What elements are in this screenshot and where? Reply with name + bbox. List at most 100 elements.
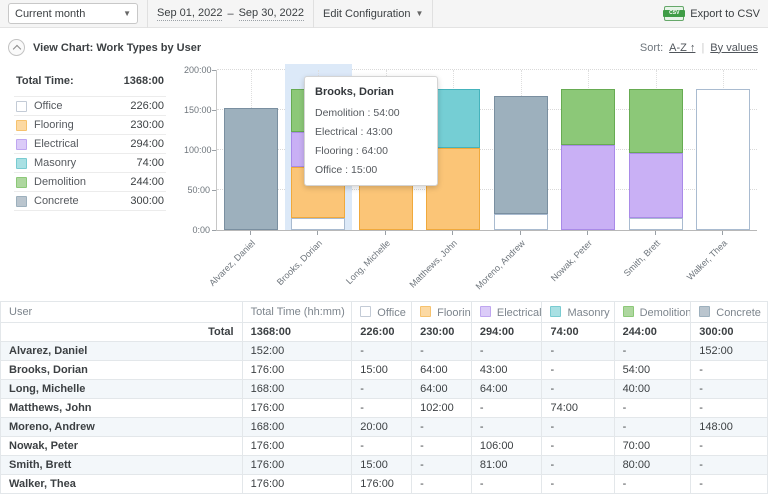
value-cell: -: [613, 341, 692, 361]
value-cell: -: [351, 436, 413, 456]
y-axis-tick-label: 50:00: [187, 185, 210, 195]
edit-configuration-label: Edit Configuration: [323, 7, 411, 20]
date-start[interactable]: Sep 01, 2022: [157, 7, 223, 21]
value-cell: -: [411, 417, 472, 437]
value-cell: -: [690, 398, 768, 418]
table-row-matthews-john: Matthews, John 176:00-102:00-74:00- -: [0, 398, 768, 418]
value-cell: -: [690, 360, 768, 380]
value-cell: 40:00: [613, 379, 692, 399]
report-page: Current month ▼ Sep 01, 2022 – Sep 30, 2…: [0, 0, 768, 494]
value-cell: -: [690, 455, 768, 475]
value-cell: -: [541, 379, 615, 399]
user-name-cell: Matthews, John: [0, 398, 243, 418]
chevron-down-icon: ▼: [123, 9, 131, 18]
concrete-swatch-icon: [16, 195, 27, 207]
sort-az-link[interactable]: A-Z ↑: [669, 42, 695, 54]
legend-item-flooring: Flooring 230:00: [14, 115, 166, 134]
bar-nowak-peter[interactable]: [561, 89, 616, 230]
legend-item-electrical: Electrical 294:00: [14, 134, 166, 153]
bar-segment-concrete: [493, 95, 548, 214]
legend-items: Office 226:00 Flooring 230:00 Electrical 294:…: [14, 96, 166, 211]
table-row-alvarez-daniel: Alvarez, Daniel 152:00- - - - -152:00: [0, 341, 768, 361]
tooltip-line: Electrical : 43:00: [315, 126, 393, 138]
legend-item-label: Flooring: [34, 119, 74, 131]
value-cell: 64:00: [470, 379, 543, 399]
bar-segment-office: [493, 214, 548, 230]
bar-segment-office: [628, 218, 683, 230]
date-range-picker[interactable]: Sep 01, 2022 – Sep 30, 2022: [157, 7, 305, 21]
sort-divider: |: [701, 41, 705, 54]
column-header-user: User: [0, 301, 243, 323]
value-cell: -: [690, 474, 768, 494]
value-cell: 152:00: [241, 341, 353, 361]
bar-segment-electrical: [628, 153, 683, 218]
value-cell: 15:00: [351, 360, 413, 380]
y-axis-tick: [212, 150, 216, 151]
user-name-cell: Moreno, Andrew: [0, 417, 243, 437]
user-name-cell: Brooks, Dorian: [0, 360, 243, 380]
edit-configuration-button[interactable]: Edit Configuration ▼: [323, 8, 423, 20]
value-cell: 176:00: [241, 474, 353, 494]
value-cell: -: [541, 417, 615, 437]
table-total-row: Total 1368:00 226:00 230:00 294:00 74:00 244:0…: [0, 322, 768, 342]
legend-item-value: 244:00: [130, 176, 164, 188]
legend-total-row: Total Time: 1368:00: [14, 72, 166, 96]
export-csv-button[interactable]: CSV Export to CSV: [663, 6, 760, 21]
value-cell: -: [613, 398, 692, 418]
value-cell: 176:00: [241, 455, 353, 475]
chevron-up-icon: [12, 44, 21, 53]
legend-item-demolition: Demolition 244:00: [14, 172, 166, 191]
value-cell: -: [541, 474, 615, 494]
value-cell: -: [541, 436, 615, 456]
legend-item-label: Office: [34, 100, 63, 112]
period-select[interactable]: Current month ▼: [8, 3, 138, 24]
legend-item-value: 230:00: [130, 119, 164, 131]
value-cell: -: [470, 417, 543, 437]
section-title: View Chart: Work Types by User: [33, 41, 202, 54]
user-name-cell: Long, Michelle: [0, 379, 243, 399]
csv-file-icon: CSV: [663, 6, 686, 21]
y-axis-tick-label: 200:00: [184, 65, 212, 75]
value-cell: 168:00: [241, 417, 353, 437]
bar-smith-brett[interactable]: [628, 89, 683, 230]
value-cell: -: [351, 379, 413, 399]
value-cell: -: [470, 474, 543, 494]
y-axis-tick-label: 150:00: [184, 105, 212, 115]
collapse-chart-button[interactable]: [8, 39, 25, 56]
demolition-swatch-icon: [622, 305, 634, 317]
bar-alvarez-daniel[interactable]: [223, 108, 278, 230]
value-cell: -: [470, 398, 543, 418]
table-row-moreno-andrew: Moreno, Andrew 168:00 20:00- - - -148:00: [0, 417, 768, 437]
total-row-label: Total: [0, 322, 243, 342]
tooltip-line: Demolition : 54:00: [315, 107, 400, 119]
tooltip-line: Office : 15:00: [315, 164, 378, 176]
x-axis-tick: [249, 231, 251, 235]
legend-item-value: 74:00: [136, 157, 164, 169]
value-cell: -: [351, 341, 413, 361]
bar-moreno-andrew[interactable]: [493, 95, 548, 230]
export-csv-label: Export to CSV: [690, 7, 760, 20]
date-end[interactable]: Sep 30, 2022: [238, 7, 305, 21]
stacked-bar-chart: Brooks, Dorian Demolition : 54:00 Electri…: [184, 60, 768, 292]
legend-item-value: 226:00: [130, 100, 164, 112]
bar-segment-flooring: [358, 178, 413, 230]
y-axis-tick-label: 0:00: [192, 225, 210, 235]
chart-legend: Total Time: 1368:00 Office 226:00 Flooring…: [14, 72, 166, 292]
value-cell: 176:00: [241, 398, 353, 418]
table-row-brooks-dorian: Brooks, Dorian 176:00 15:00 64:00 43:00-54:0…: [0, 360, 768, 380]
toolbar-divider: [147, 0, 148, 28]
electrical-swatch-icon: [16, 138, 27, 150]
value-cell: -: [541, 341, 615, 361]
office-swatch-icon: [360, 305, 372, 317]
bar-walker-thea[interactable]: [696, 89, 751, 230]
x-axis-tick: [654, 231, 656, 235]
sort-by-values-link[interactable]: By values: [710, 42, 758, 54]
total-row-value: 294:00: [470, 322, 543, 342]
legend-item-label: Masonry: [34, 157, 77, 169]
bar-segment-office: [696, 89, 751, 230]
total-time-value: 1368:00: [123, 75, 164, 87]
user-name-cell: Smith, Brett: [0, 455, 243, 475]
total-row-value: 300:00: [690, 322, 768, 342]
value-cell: -: [411, 474, 472, 494]
x-axis-tick: [452, 231, 454, 235]
